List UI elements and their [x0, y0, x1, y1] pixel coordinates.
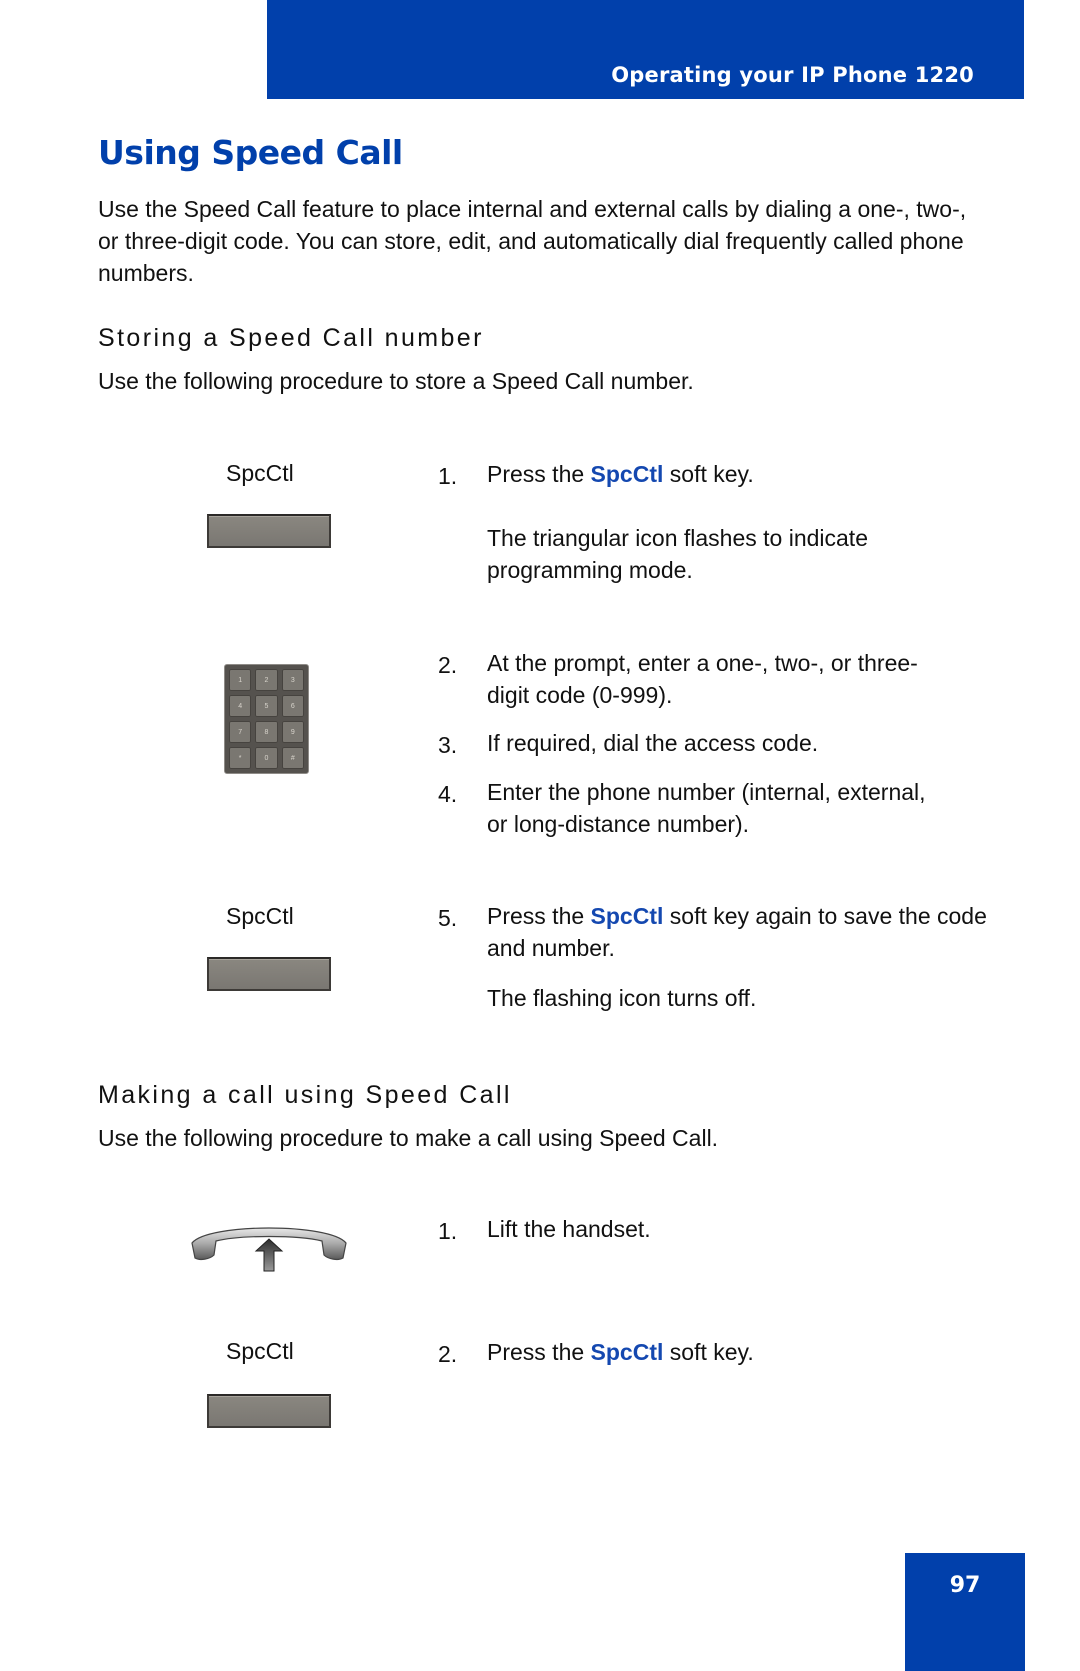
- header-title: Operating your IP Phone 1220: [611, 63, 974, 87]
- header-bar: Operating your IP Phone 1220: [267, 0, 1024, 99]
- step-5-text: Press the SpcCtl soft key again to save …: [487, 900, 987, 964]
- softkey-caption: SpcCtl: [226, 903, 294, 929]
- dialpad-key: 7: [229, 721, 252, 743]
- dialpad-key: 4: [229, 695, 252, 717]
- dialpad-key: 6: [281, 695, 304, 717]
- dialpad-icon: 1 2 3 4 5 6 7 8 9 * 0 #: [224, 664, 309, 774]
- handset-lift-icon: [191, 1227, 347, 1272]
- softkey-label: SpcCtl: [590, 1339, 664, 1365]
- step-1-note: The triangular icon flashes to indicate …: [487, 525, 868, 583]
- dialpad-key: 2: [255, 669, 278, 691]
- spcctl-softkey-icon: [207, 957, 331, 991]
- dialpad-key: 1: [229, 669, 252, 691]
- dialpad-key: #: [281, 747, 304, 769]
- page-number: 97: [949, 1573, 981, 1598]
- section-subtext-making: Use the following procedure to make a ca…: [98, 1125, 719, 1151]
- step-4-text: Enter the phone number (internal, extern…: [487, 779, 926, 837]
- step-text-pre: Press the: [487, 903, 591, 929]
- step-1-text: Press the SpcCtl soft key.: [487, 458, 967, 490]
- dialpad-key: 9: [281, 721, 304, 743]
- softkey-caption: SpcCtl: [226, 1338, 294, 1364]
- step-text-pre: Press the: [487, 1339, 591, 1365]
- section-heading-storing: Storing a Speed Call number: [98, 324, 484, 352]
- section-subtext-storing: Use the following procedure to store a S…: [98, 368, 694, 394]
- dialpad-key: 8: [255, 721, 278, 743]
- intro-paragraph: Use the Speed Call feature to place inte…: [98, 196, 967, 286]
- step-1-text: Lift the handset.: [487, 1216, 651, 1242]
- spcctl-softkey-icon: [207, 1394, 331, 1428]
- spcctl-softkey-icon: [207, 514, 331, 548]
- step-2-text: Press the SpcCtl soft key.: [487, 1336, 967, 1368]
- dialpad-key: 0: [255, 747, 278, 769]
- step-text-post: soft key.: [663, 461, 754, 487]
- step-number: 1.: [438, 463, 458, 489]
- step-number: 2.: [438, 1341, 458, 1367]
- step-number: 2.: [438, 652, 458, 678]
- step-5-note: The flashing icon turns off.: [487, 985, 757, 1011]
- softkey-label: SpcCtl: [590, 903, 664, 929]
- dialpad-key: 3: [281, 669, 304, 691]
- step-text-post: soft key.: [663, 1339, 754, 1365]
- dialpad-key: 5: [255, 695, 278, 717]
- section-heading-making: Making a call using Speed Call: [98, 1081, 512, 1109]
- step-number: 5.: [438, 905, 458, 931]
- step-number: 3.: [438, 732, 458, 758]
- step-2-text: At the prompt, enter a one-, two-, or th…: [487, 650, 918, 708]
- page-number-box: 97: [905, 1553, 1025, 1671]
- softkey-label: SpcCtl: [590, 461, 664, 487]
- step-number: 1.: [438, 1218, 458, 1244]
- step-3-text: If required, dial the access code.: [487, 730, 819, 756]
- softkey-caption: SpcCtl: [226, 460, 294, 486]
- dialpad-key: *: [229, 747, 252, 769]
- page-title: Using Speed Call: [98, 133, 403, 172]
- step-number: 4.: [438, 781, 458, 807]
- step-text-pre: Press the: [487, 461, 591, 487]
